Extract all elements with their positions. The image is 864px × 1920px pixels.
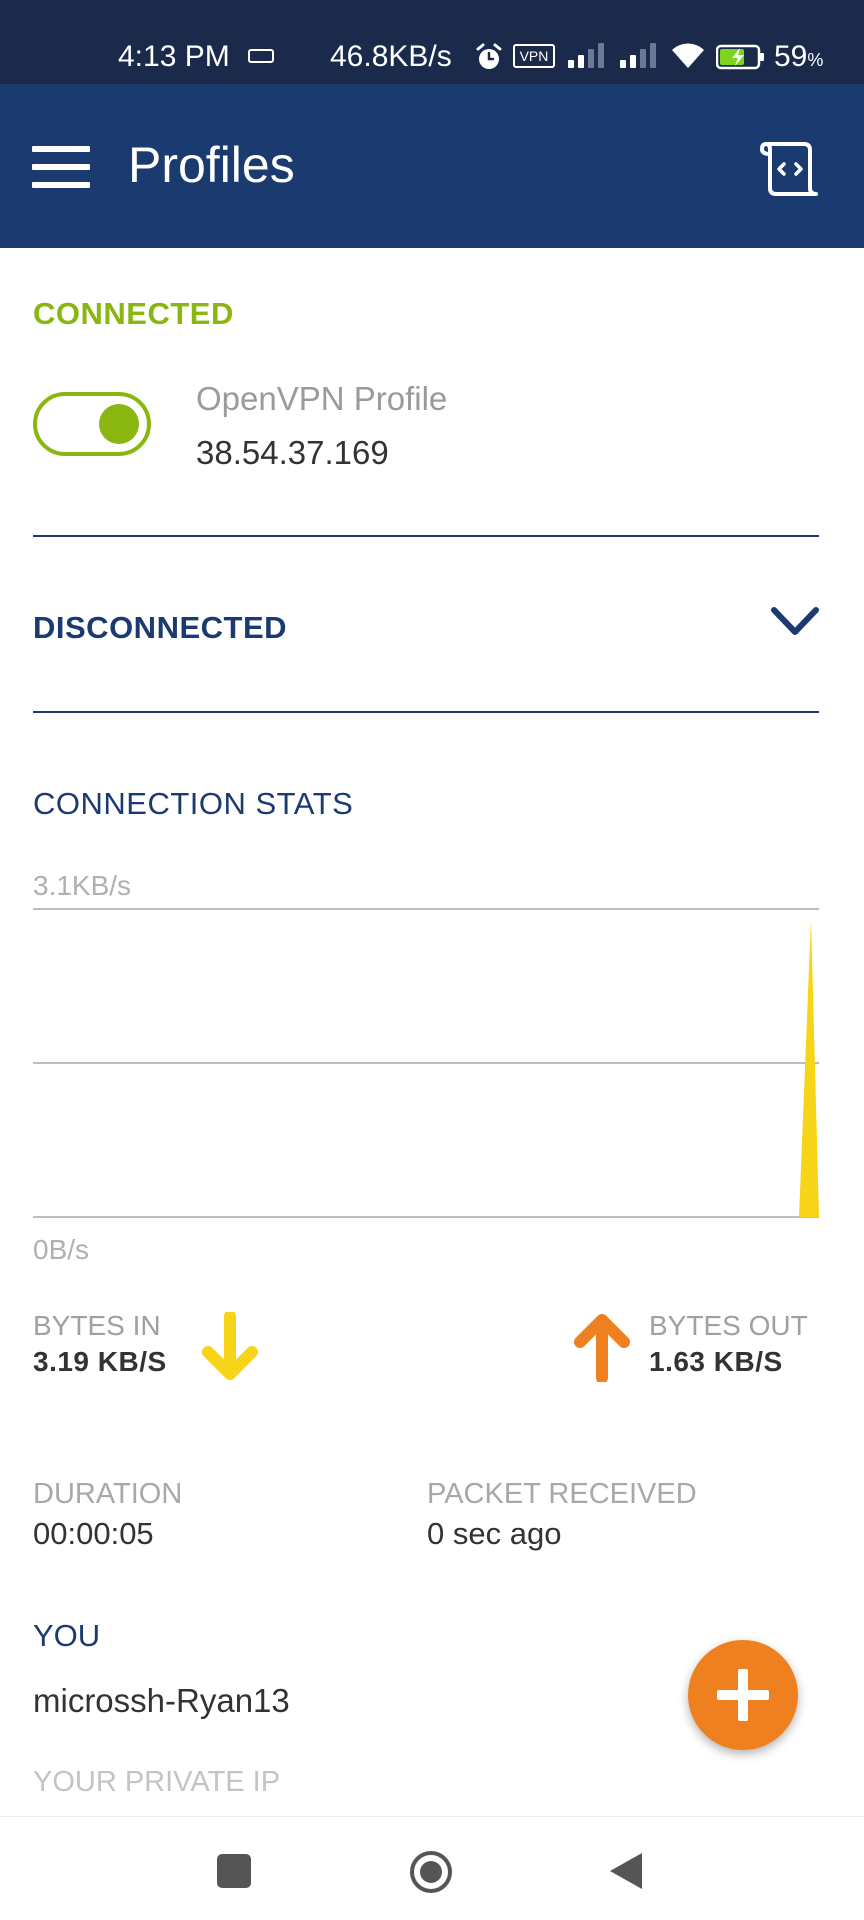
sim-icon [248,49,274,63]
profile-ip: 38.54.37.169 [196,434,389,471]
add-profile-button[interactable] [688,1640,798,1750]
packet-received-value: 0 sec ago [427,1516,562,1551]
duration-label: DURATION [33,1478,183,1510]
you-header: YOU [33,1618,101,1653]
toggle-knob [99,404,139,444]
app-bar: Profiles [0,84,864,248]
divider [33,711,819,713]
battery-percent: 59% [774,40,824,73]
wifi-icon [671,40,705,75]
vpn-connection-toggle[interactable] [33,392,151,456]
alarm-icon [474,42,504,77]
connection-stats-header: CONNECTION STATS [33,786,354,821]
home-icon[interactable] [408,1849,454,1900]
signal-icon-2 [620,42,656,68]
back-icon[interactable] [608,1851,644,1896]
chevron-down-icon[interactable] [770,604,820,645]
bytes-in-spike [799,919,819,1217]
packet-received-label: PACKET RECEIVED [427,1478,697,1510]
recents-icon[interactable] [216,1853,252,1894]
system-nav-bar [0,1816,864,1920]
private-ip-label: YOUR PRIVATE IP [33,1766,281,1798]
battery-charging-icon [715,44,766,75]
arrow-down-icon [200,1310,260,1387]
bytes-out-value: 1.63 KB/S [649,1346,783,1377]
you-name: microssh-Ryan13 [33,1682,290,1719]
log-icon[interactable] [759,138,820,198]
bytes-out-label: BYTES OUT [649,1310,808,1341]
disconnected-header: DISCONNECTED [33,610,288,645]
status-net-speed: 46.8KB/s [330,40,452,73]
page-title: Profiles [128,137,295,193]
profile-name: OpenVPN Profile [196,380,448,417]
signal-icon [568,42,604,68]
bytes-in-value: 3.19 KB/S [33,1346,167,1377]
traffic-graph [33,908,819,1218]
menu-icon[interactable] [32,146,90,188]
status-time: 4:13 PM [118,40,230,73]
vpn-icon: VPN [513,44,555,68]
connected-header: CONNECTED [33,296,234,331]
status-bar: 4:13 PM 46.8KB/s VPN 59% [0,0,864,84]
duration-value: 00:00:05 [33,1516,154,1551]
graph-axis-max: 3.1KB/s [33,870,132,901]
arrow-up-icon [572,1312,632,1387]
graph-axis-min: 0B/s [33,1234,90,1265]
bytes-in-label: BYTES IN [33,1310,161,1341]
divider [33,535,819,537]
